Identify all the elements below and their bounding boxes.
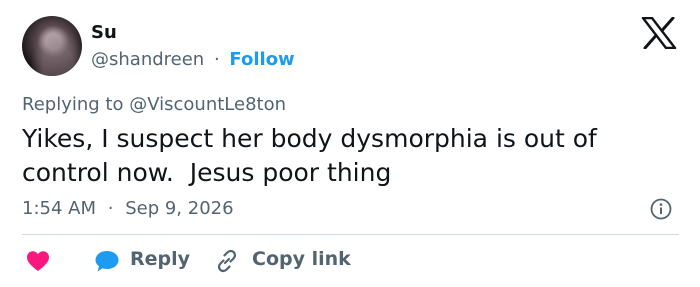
link-icon[interactable] [214, 248, 240, 274]
author-handle-row: @shandreen · Follow [91, 49, 295, 70]
replying-prefix: Replying to [22, 94, 124, 115]
tweet-card: Su @shandreen · Follow Replying to @Visc… [0, 0, 700, 287]
reply-bubble-icon[interactable] [94, 249, 120, 273]
reply-button[interactable]: Reply [130, 248, 190, 270]
author-name[interactable]: Su [91, 22, 117, 43]
heart-icon[interactable] [26, 250, 50, 272]
follow-button[interactable]: Follow [229, 49, 294, 70]
author-handle[interactable]: @shandreen [91, 49, 204, 70]
replying-to: Replying to @ViscountLe8ton [22, 94, 286, 115]
avatar[interactable] [22, 16, 82, 76]
copy-link-button[interactable]: Copy link [252, 248, 351, 270]
replying-mention[interactable]: @ViscountLe8ton [129, 94, 286, 115]
tweet-time[interactable]: 1:54 AM [22, 198, 96, 219]
info-icon[interactable] [650, 198, 672, 220]
divider [22, 234, 679, 235]
timestamp-separator: · [107, 198, 114, 219]
tweet-text: Yikes, I suspect her body dysmorphia is … [22, 124, 597, 187]
handle-separator: · [213, 49, 220, 70]
tweet-date[interactable]: Sep 9, 2026 [125, 198, 233, 219]
x-logo-icon[interactable] [641, 17, 677, 49]
timestamp[interactable]: 1:54 AM · Sep 9, 2026 [22, 198, 234, 219]
